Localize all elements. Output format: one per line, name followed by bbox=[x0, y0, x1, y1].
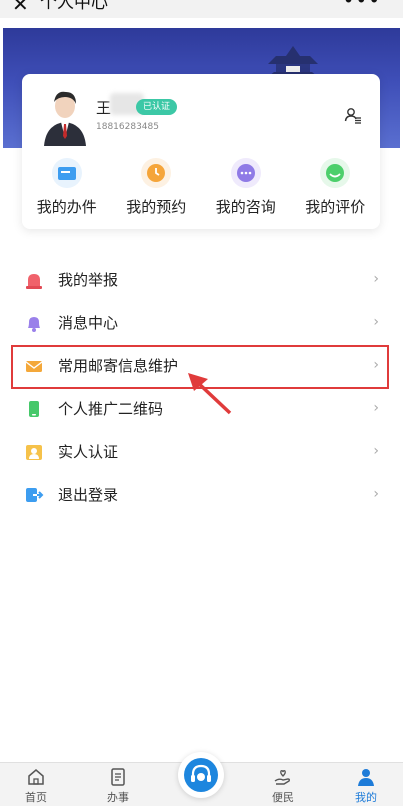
chevron-right-icon: › bbox=[373, 443, 379, 459]
chevron-right-icon: › bbox=[373, 486, 379, 502]
title-bar: ✕ 个人中心 ••• bbox=[0, 0, 403, 18]
menu-item-label: 我的举报 bbox=[58, 271, 119, 289]
menu-item-label: 退出登录 bbox=[58, 486, 119, 504]
user-icon bbox=[358, 769, 374, 786]
tab-label: 便民 bbox=[272, 791, 294, 804]
tab-services[interactable]: 办事 bbox=[88, 767, 148, 805]
phone-icon bbox=[29, 400, 39, 417]
chevron-right-icon: › bbox=[373, 314, 379, 330]
more-icon[interactable]: ••• bbox=[343, 0, 381, 10]
quick-action-my-ratings[interactable]: 我的评价 bbox=[291, 158, 381, 218]
customer-service-button[interactable] bbox=[178, 752, 224, 798]
alarm-icon bbox=[26, 273, 42, 289]
chevron-right-icon: › bbox=[373, 271, 379, 287]
clock-icon bbox=[141, 158, 172, 188]
menu-item-message-center[interactable]: 消息中心 › bbox=[14, 301, 389, 344]
menu-item-real-name-auth[interactable]: 实人认证 › bbox=[14, 430, 389, 473]
tab-home[interactable]: 首页 bbox=[6, 767, 66, 805]
close-icon[interactable]: ✕ bbox=[12, 0, 29, 14]
tab-label: 首页 bbox=[25, 791, 47, 804]
account-switch-icon[interactable] bbox=[344, 106, 362, 124]
quick-action-label: 我的评价 bbox=[305, 198, 366, 216]
menu-item-logout[interactable]: 退出登录 › bbox=[14, 473, 389, 516]
tab-mine[interactable]: 我的 bbox=[336, 767, 396, 805]
home-icon bbox=[28, 769, 44, 785]
user-phone: 18816283485 bbox=[96, 122, 159, 132]
chevron-right-icon: › bbox=[373, 400, 379, 416]
menu-item-label: 个人推广二维码 bbox=[58, 400, 164, 418]
rating-icon bbox=[320, 158, 351, 188]
tab-label: 办事 bbox=[107, 791, 129, 804]
page-title: 个人中心 bbox=[40, 0, 108, 13]
quick-action-my-cases[interactable]: 我的办件 bbox=[22, 158, 112, 218]
annotation-arrow bbox=[188, 373, 232, 415]
logout-icon bbox=[26, 487, 44, 502]
quick-action-label: 我的办件 bbox=[36, 198, 97, 216]
verified-badge: 已认证 bbox=[136, 99, 178, 115]
headset-icon bbox=[184, 758, 218, 792]
tab-label: 我的 bbox=[355, 791, 377, 804]
hand-heart-icon bbox=[274, 770, 291, 785]
quick-action-my-consultations[interactable]: 我的咨询 bbox=[201, 158, 291, 218]
quick-actions: 我的办件 我的预约 我的咨询 我的评价 bbox=[22, 158, 380, 218]
user-name: 王 bbox=[96, 99, 112, 117]
tab-convenience[interactable]: 便民 bbox=[253, 767, 313, 805]
menu-item-label: 实人认证 bbox=[58, 443, 119, 461]
chat-icon bbox=[230, 158, 261, 188]
bell-icon bbox=[28, 316, 40, 332]
document-icon bbox=[111, 768, 125, 786]
quick-action-my-appointments[interactable]: 我的预约 bbox=[112, 158, 202, 218]
avatar[interactable] bbox=[40, 88, 90, 146]
quick-action-label: 我的咨询 bbox=[215, 198, 276, 216]
menu-item-my-reports[interactable]: 我的举报 › bbox=[14, 258, 389, 301]
person-icon bbox=[26, 444, 42, 460]
folder-icon bbox=[51, 158, 82, 188]
menu-item-label: 消息中心 bbox=[58, 314, 119, 332]
profile-card: 王 已认证 18816283485 我的办件 我的预约 我的咨询 我的评价 bbox=[22, 74, 380, 229]
quick-action-label: 我的预约 bbox=[126, 198, 187, 216]
